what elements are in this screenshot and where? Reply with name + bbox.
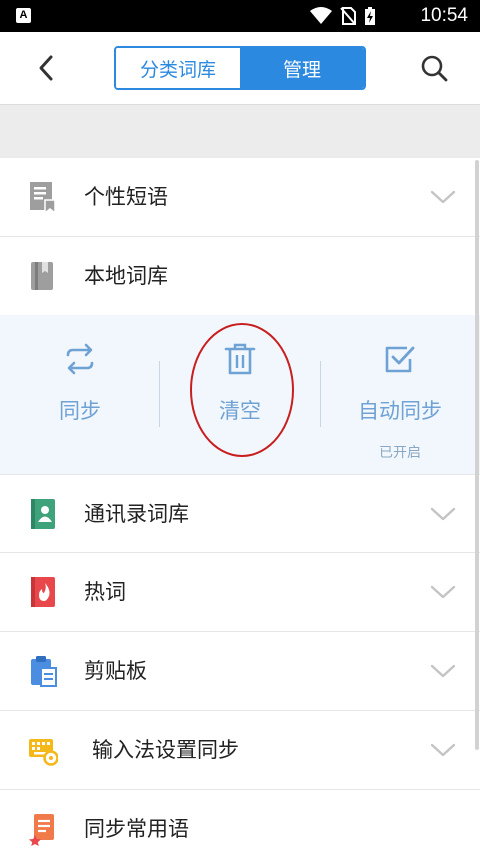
- local-dictionary-actions-panel: 同步 清空 自动同步 已开启: [0, 315, 480, 474]
- status-bar: A 10:54: [0, 0, 480, 32]
- auto-sync-status: 已开启: [379, 445, 421, 461]
- sync-action[interactable]: 同步: [0, 315, 160, 474]
- sync-label: 同步: [59, 399, 101, 423]
- clipboard-icon: [31, 656, 57, 687]
- list-item-label: 剪贴板: [84, 659, 147, 683]
- search-button[interactable]: [416, 50, 452, 86]
- wifi-icon: [310, 7, 332, 24]
- back-button[interactable]: [28, 50, 64, 86]
- chevron-down-icon: [430, 664, 456, 678]
- list-item-ime-settings-sync[interactable]: 输入法设置同步: [0, 711, 480, 790]
- keyboard-settings-icon: [29, 739, 58, 766]
- trash-icon: [224, 343, 256, 375]
- chevron-down-icon: [430, 585, 456, 599]
- auto-sync-label: 自动同步: [358, 399, 442, 423]
- chevron-down-icon: [430, 507, 456, 521]
- sync-icon: [66, 343, 94, 375]
- clear-action[interactable]: 清空: [160, 315, 320, 474]
- tab-category-dictionary[interactable]: 分类词库: [116, 48, 240, 88]
- segmented-tab-control: 分类词库 管理: [114, 46, 366, 90]
- list-item-label: 本地词库: [84, 264, 168, 288]
- list-item-personal-phrases[interactable]: 个性短语: [0, 158, 480, 237]
- list-item-contacts-dictionary[interactable]: 通讯录词库: [0, 474, 480, 553]
- dictionary-list: 个性短语 本地词库 同步 清空 自动同步 已开启 通讯录词库 热词 剪贴板 输入…: [0, 158, 480, 853]
- contacts-book-icon: [31, 499, 55, 529]
- scrollbar[interactable]: [475, 160, 479, 750]
- chevron-left-icon: [39, 55, 53, 81]
- chevron-down-icon: [430, 743, 456, 757]
- section-spacer: [0, 104, 480, 158]
- checkbox-checked-icon: [385, 346, 415, 373]
- book-icon: [31, 262, 53, 290]
- list-item-label: 输入法设置同步: [92, 738, 239, 762]
- no-sim-icon: [340, 7, 356, 25]
- tab-manage[interactable]: 管理: [240, 48, 364, 88]
- top-navigation-bar: 分类词库 管理: [0, 32, 480, 104]
- list-item-label: 同步常用语: [84, 817, 189, 841]
- auto-sync-action[interactable]: 自动同步 已开启: [320, 315, 480, 474]
- document-bookmark-icon: [30, 182, 56, 214]
- list-item-label: 个性短语: [84, 185, 168, 209]
- list-item-label: 通讯录词库: [84, 502, 189, 526]
- list-item-hot-words[interactable]: 热词: [0, 553, 480, 632]
- flame-book-icon: [31, 577, 55, 607]
- clear-label: 清空: [219, 399, 261, 423]
- status-time: 10:54: [420, 5, 468, 26]
- list-item-label: 热词: [84, 580, 126, 604]
- starred-document-icon: [29, 814, 54, 846]
- list-item-local-dictionary[interactable]: 本地词库: [0, 237, 480, 315]
- list-item-sync-common-phrases[interactable]: 同步常用语: [0, 790, 480, 853]
- search-icon: [421, 55, 448, 82]
- battery-charging-icon: [365, 7, 375, 25]
- list-item-clipboard[interactable]: 剪贴板: [0, 632, 480, 711]
- chevron-down-icon: [430, 190, 456, 204]
- notification-icon: A: [16, 8, 31, 23]
